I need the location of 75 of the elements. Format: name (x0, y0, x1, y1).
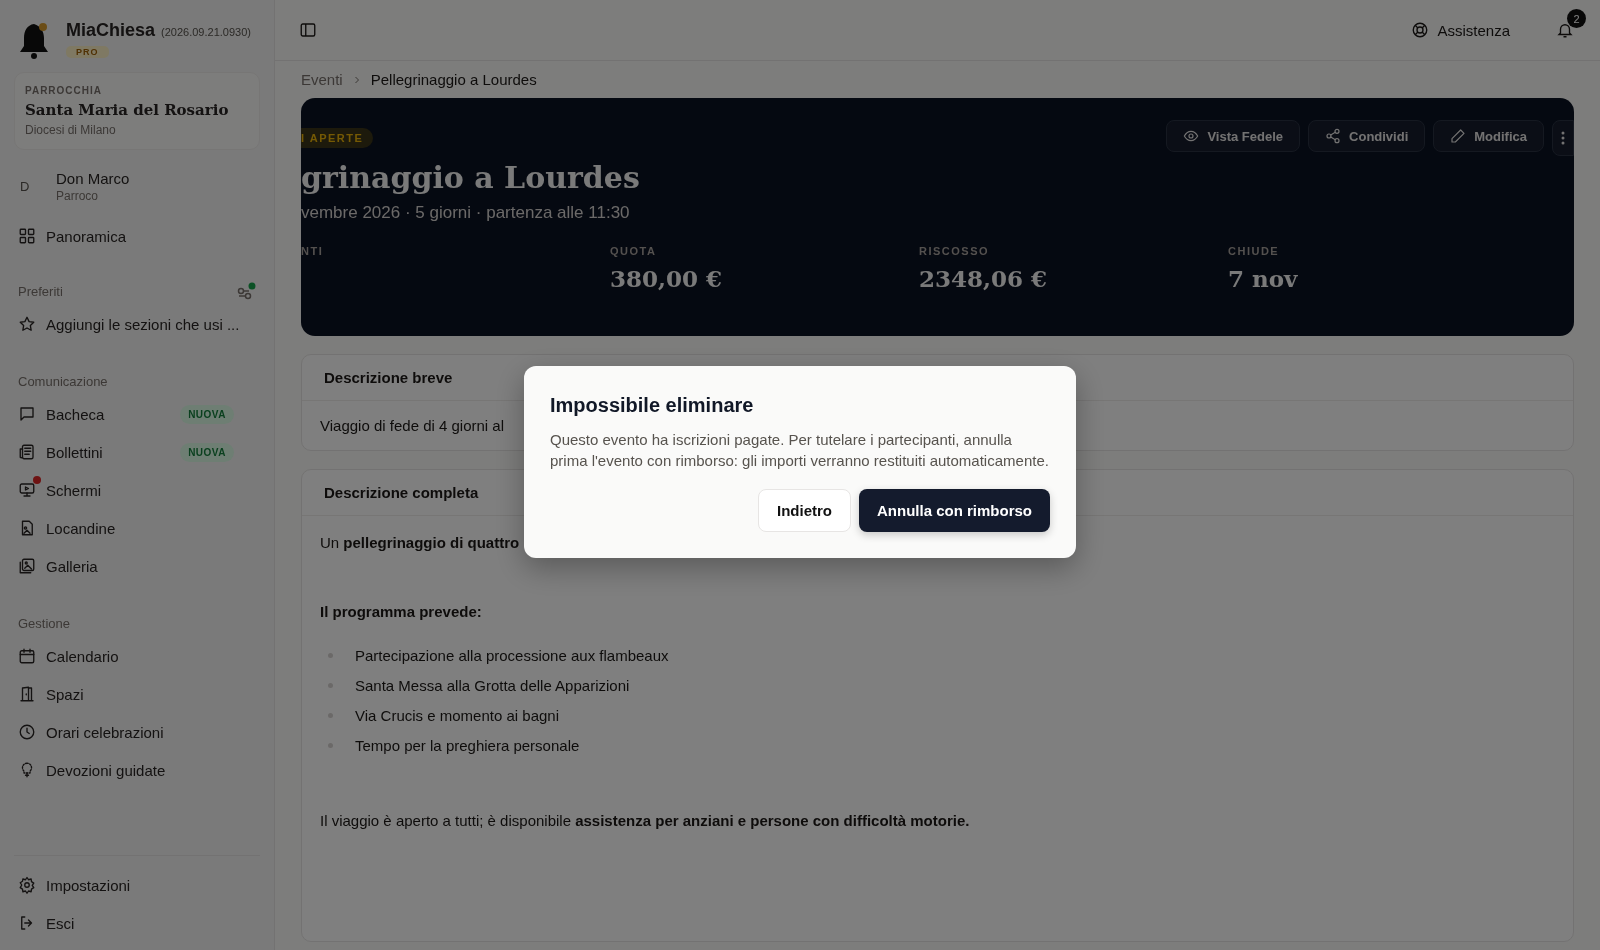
user-name: Don Marco (56, 170, 130, 187)
event-subtitle: vembre 2026 · 5 giorni · partenza alle 11:30 (301, 203, 631, 223)
diocese-name: Diocesi di Milano (25, 123, 117, 137)
nav-item[interactable]: Impostazioni (14, 866, 260, 904)
nav-item[interactable]: Spazi (14, 675, 260, 713)
nav-item[interactable]: Schermi (14, 471, 260, 509)
paragraph: Il viaggio è aperto a tutti; è disponibile assistenza per anziani e persone con difficoltà motorie. (320, 812, 971, 829)
section-title: Preferiti (18, 283, 63, 299)
user-role: Parroco (56, 189, 100, 203)
list-item: Partecipazione alla processione aux flambeaux (355, 646, 669, 664)
dialog-message: Questo evento ha iscrizioni pagate. Per tutelare i partecipanti, annulla prima l'evento con rimborso: gli importi verranno restituiti automaticamente. (550, 430, 1050, 471)
star-icon (18, 315, 36, 333)
nav-item[interactable]: Galleria (14, 547, 260, 585)
stat-value: 2348,06 € (919, 265, 1049, 292)
action-button[interactable]: Vista Fedele (1166, 120, 1301, 152)
nav-item[interactable]: Esci (14, 904, 260, 942)
section-title: Gestione (18, 615, 71, 631)
nav-item[interactable]: Panoramica (14, 217, 260, 255)
nav-item[interactable]: Locandine (14, 509, 260, 547)
confirm-button[interactable]: Annulla con rimborso (859, 489, 1050, 532)
app-name: MiaChiesa (66, 20, 156, 41)
customize-icon[interactable] (236, 281, 256, 301)
nav-item[interactable]: Aggiungi le sezioni che usi ... (14, 305, 260, 343)
list-item: Via Crucis e momento ai bagni (355, 706, 559, 724)
list-item: Tempo per la preghiera personale (355, 736, 580, 754)
action-button[interactable]: Modifica (1433, 120, 1544, 152)
section-title: Comunicazione (18, 373, 108, 389)
parish-card[interactable]: PARROCCHIA Santa Maria del Rosario Diocesi di Milano (14, 72, 260, 150)
sidebar-toggle-icon[interactable] (299, 21, 317, 39)
calendar-icon (18, 647, 36, 665)
stat-label: CHIUDE (1228, 245, 1281, 257)
chat-bubble-icon (18, 405, 36, 423)
parish-name: Santa Maria del Rosario (25, 101, 230, 119)
stat-value: 380,00 € (610, 265, 724, 292)
status-badge: I APERTE (301, 128, 374, 148)
nav-item[interactable]: Bacheca NUOVA (14, 395, 260, 433)
new-badge: NUOVA (180, 442, 234, 462)
new-badge: NUOVA (180, 404, 234, 424)
share-icon (1325, 128, 1342, 144)
clock-icon (18, 723, 36, 741)
plan-badge: PRO (66, 46, 109, 58)
more-icon (1561, 131, 1565, 145)
stat-label: RISCOSSO (919, 245, 991, 257)
nav-item[interactable]: Orari celebrazioni (14, 713, 260, 751)
event-title: grinaggio a Lourdes (301, 160, 641, 195)
stat-label: NTI (301, 245, 325, 257)
description-text: Viaggio di fede di 4 giorni al (320, 417, 505, 434)
eye-icon (1183, 128, 1200, 144)
breadcrumb-item: Pellegrinaggio a Lourdes (370, 71, 537, 88)
stat-value: 7 nov (1228, 265, 1299, 292)
images-icon (18, 557, 36, 575)
action-button[interactable]: Condividi (1308, 120, 1426, 152)
back-button[interactable]: Indietro (758, 489, 851, 532)
grid-icon (18, 227, 36, 245)
list-item: Santa Messa alla Grotta delle Apparizioni (355, 676, 630, 694)
user-avatar: D (20, 179, 31, 194)
user-menu[interactable]: D Don Marco Parroco (14, 166, 260, 217)
list-heading: Il programma prevede: (320, 603, 483, 620)
bell-icon[interactable] (1556, 21, 1574, 39)
nav-item[interactable]: Calendario (14, 637, 260, 675)
nav-item[interactable]: Bollettini NUOVA (14, 433, 260, 471)
breadcrumb-item[interactable]: Eventi (301, 71, 343, 88)
newspaper-icon (18, 443, 36, 461)
stat-label: QUOTA (610, 245, 658, 257)
nav-item[interactable]: Devozioni guidate (14, 751, 260, 789)
paragraph: Un pellegrinaggio di quattro (320, 534, 521, 551)
pencil-icon (1450, 128, 1467, 144)
app-version: (2026.09.21.0930) (161, 26, 251, 38)
monitor-icon (18, 481, 36, 499)
help-button[interactable]: Assistenza (1407, 17, 1514, 43)
parish-label: PARROCCHIA (25, 85, 104, 96)
lifebuoy-icon (1411, 21, 1430, 39)
notification-count: 2 (1567, 9, 1586, 28)
door-icon (18, 685, 36, 703)
settings-icon (18, 876, 36, 894)
